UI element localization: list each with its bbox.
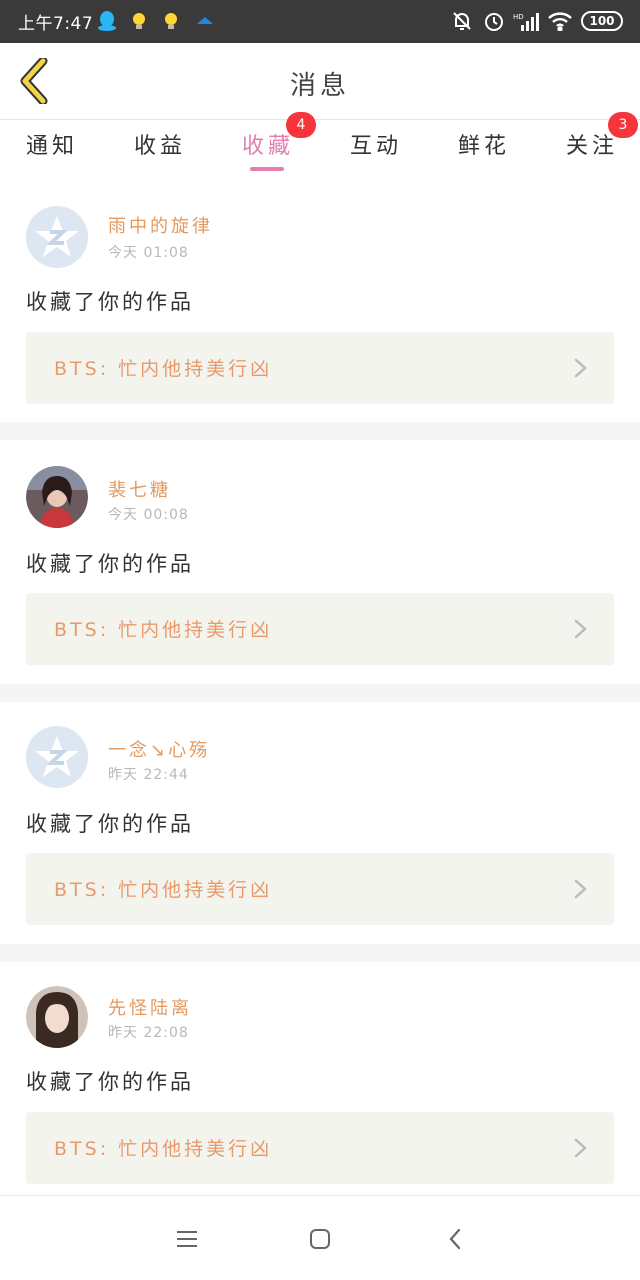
tab-label: 关注 bbox=[565, 134, 618, 159]
action-text: 收藏了你的作品 bbox=[26, 1070, 194, 1094]
message-card: 一念↘心殇 昨天 22:44 收藏了你的作品 BTS: 忙内他持美行凶 bbox=[0, 702, 640, 944]
page-title: 消息 bbox=[289, 71, 350, 101]
hd-signal-icon: HD bbox=[512, 10, 540, 32]
work-title: BTS: 忙内他持美行凶 bbox=[54, 358, 273, 380]
username[interactable]: 先怪陆离 bbox=[108, 994, 192, 1020]
action-text: 收藏了你的作品 bbox=[26, 812, 194, 836]
work-link[interactable]: BTS: 忙内他持美行凶 bbox=[26, 1112, 614, 1184]
avatar[interactable] bbox=[26, 466, 88, 528]
username[interactable]: 雨中的旋律 bbox=[108, 212, 213, 238]
tab-label: 收藏 bbox=[241, 134, 294, 159]
message-card: 雨中的旋律 今天 01:08 收藏了你的作品 BTS: 忙内他持美行凶 bbox=[0, 176, 640, 422]
default-avatar-icon bbox=[26, 206, 88, 268]
lightbulb-icon bbox=[130, 10, 148, 32]
lightbulb-icon bbox=[162, 10, 180, 32]
tab-earnings[interactable]: 收益 bbox=[130, 128, 190, 172]
divider bbox=[0, 422, 640, 440]
alarm-icon bbox=[482, 10, 506, 32]
tab-bar: 通知 收益 收藏 互动 鲜花 关注 4 3 bbox=[0, 112, 640, 176]
default-avatar-icon bbox=[26, 726, 88, 788]
bell-off-icon bbox=[450, 10, 474, 32]
tab-flowers[interactable]: 鲜花 bbox=[454, 128, 514, 172]
tab-interactions[interactable]: 互动 bbox=[346, 128, 406, 172]
timestamp: 昨天 22:08 bbox=[108, 1025, 189, 1041]
menu-button[interactable] bbox=[172, 1224, 202, 1254]
avatar[interactable] bbox=[26, 206, 88, 268]
work-title: BTS: 忙内他持美行凶 bbox=[54, 1138, 273, 1160]
timestamp: 今天 00:08 bbox=[108, 507, 189, 523]
system-nav-bar bbox=[0, 1195, 640, 1280]
menu-icon bbox=[177, 1231, 197, 1247]
status-time: 上午7:47 bbox=[18, 14, 94, 34]
user-photo-icon bbox=[26, 986, 88, 1048]
tab-notifications[interactable]: 通知 bbox=[22, 128, 82, 172]
tab-label: 鲜花 bbox=[457, 134, 510, 159]
back-icon bbox=[449, 1228, 461, 1250]
qq-icon bbox=[96, 10, 118, 32]
chevron-right-icon bbox=[574, 619, 587, 639]
follows-badge: 3 bbox=[608, 112, 638, 138]
chevron-right-icon bbox=[574, 879, 587, 899]
timestamp: 昨天 22:44 bbox=[108, 767, 189, 783]
svg-text:HD: HD bbox=[513, 13, 524, 21]
message-card: 先怪陆离 昨天 22:08 收藏了你的作品 BTS: 忙内他持美行凶 bbox=[0, 962, 640, 1195]
home-square-icon bbox=[310, 1229, 330, 1249]
tab-label: 互动 bbox=[349, 134, 402, 159]
system-back-button[interactable] bbox=[440, 1224, 470, 1254]
timestamp: 今天 01:08 bbox=[108, 245, 189, 261]
divider bbox=[0, 944, 640, 962]
work-title: BTS: 忙内他持美行凶 bbox=[54, 879, 273, 901]
divider bbox=[0, 684, 640, 702]
cloud-icon bbox=[194, 10, 216, 32]
wifi-icon bbox=[546, 10, 574, 32]
tab-favorites[interactable]: 收藏 bbox=[238, 128, 298, 172]
battery-icon: 100 bbox=[581, 11, 623, 31]
tab-label: 通知 bbox=[25, 134, 78, 159]
work-title: BTS: 忙内他持美行凶 bbox=[54, 619, 273, 641]
home-button[interactable] bbox=[305, 1224, 335, 1254]
username[interactable]: 裴七糖 bbox=[108, 476, 171, 502]
header: 消息 bbox=[0, 43, 640, 120]
action-text: 收藏了你的作品 bbox=[26, 290, 194, 314]
avatar[interactable] bbox=[26, 726, 88, 788]
tab-label: 收益 bbox=[133, 134, 186, 159]
chevron-right-icon bbox=[574, 358, 587, 378]
status-bar: 上午7:47 HD 100 bbox=[0, 0, 640, 43]
work-link[interactable]: BTS: 忙内他持美行凶 bbox=[26, 853, 614, 925]
user-photo-icon bbox=[26, 466, 88, 528]
active-tab-indicator bbox=[250, 167, 284, 171]
message-card: 裴七糖 今天 00:08 收藏了你的作品 BTS: 忙内他持美行凶 bbox=[0, 440, 640, 684]
work-link[interactable]: BTS: 忙内他持美行凶 bbox=[26, 593, 614, 665]
favorites-badge: 4 bbox=[286, 112, 316, 138]
work-link[interactable]: BTS: 忙内他持美行凶 bbox=[26, 332, 614, 404]
avatar[interactable] bbox=[26, 986, 88, 1048]
chevron-right-icon bbox=[574, 1138, 587, 1158]
username[interactable]: 一念↘心殇 bbox=[108, 736, 210, 762]
action-text: 收藏了你的作品 bbox=[26, 552, 194, 576]
